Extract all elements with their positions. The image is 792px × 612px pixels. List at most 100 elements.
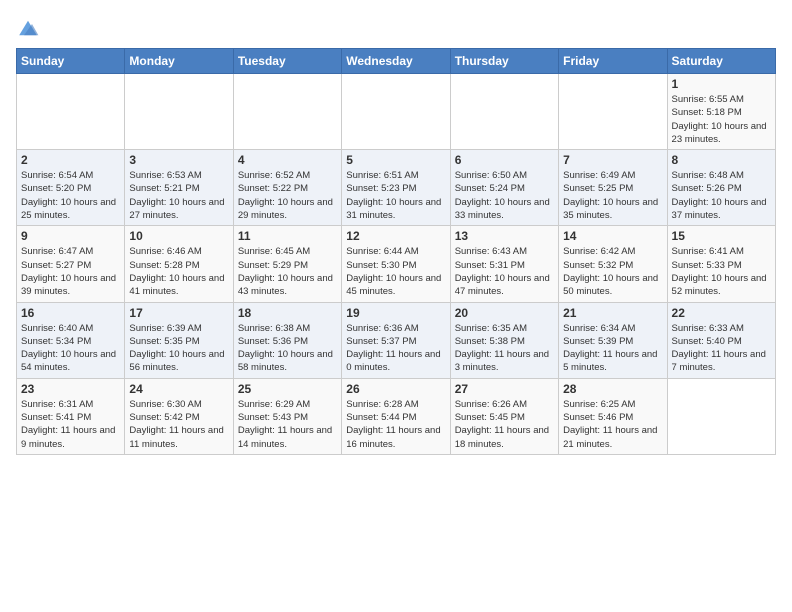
- calendar-cell: 11 Sunrise: 6:45 AM Sunset: 5:29 PM Dayli…: [233, 226, 341, 302]
- day-number: 8: [672, 153, 771, 167]
- day-info: Sunrise: 6:45 AM Sunset: 5:29 PM Dayligh…: [238, 245, 337, 298]
- day-number: 11: [238, 229, 337, 243]
- calendar-cell: 24 Sunrise: 6:30 AM Sunset: 5:42 PM Dayli…: [125, 378, 233, 454]
- calendar-cell: 16 Sunrise: 6:40 AM Sunset: 5:34 PM Dayli…: [17, 302, 125, 378]
- calendar-cell: [450, 74, 558, 150]
- day-info: Sunrise: 6:36 AM Sunset: 5:37 PM Dayligh…: [346, 322, 445, 375]
- calendar-cell: 27Sunrise: 6:26 AM Sunset: 5:45 PM Dayli…: [450, 378, 558, 454]
- calendar-cell: 2 Sunrise: 6:54 AM Sunset: 5:20 PM Daylig…: [17, 150, 125, 226]
- day-info: Sunrise: 6:46 AM Sunset: 5:28 PM Dayligh…: [129, 245, 228, 298]
- calendar-cell: 20 Sunrise: 6:35 AM Sunset: 5:38 PM Dayli…: [450, 302, 558, 378]
- calendar-cell: [342, 74, 450, 150]
- day-info: Sunrise: 6:28 AM Sunset: 5:44 PM Dayligh…: [346, 398, 445, 451]
- calendar-cell: 13 Sunrise: 6:43 AM Sunset: 5:31 PM Dayli…: [450, 226, 558, 302]
- day-number: 13: [455, 229, 554, 243]
- day-info: Sunrise: 6:54 AM Sunset: 5:20 PM Dayligh…: [21, 169, 120, 222]
- calendar-cell: 8 Sunrise: 6:48 AM Sunset: 5:26 PM Daylig…: [667, 150, 775, 226]
- weekday-header: Tuesday: [233, 49, 341, 74]
- day-number: 26: [346, 382, 445, 396]
- day-number: 17: [129, 306, 228, 320]
- calendar-cell: 28Sunrise: 6:25 AM Sunset: 5:46 PM Dayli…: [559, 378, 667, 454]
- calendar-cell: 21 Sunrise: 6:34 AM Sunset: 5:39 PM Dayli…: [559, 302, 667, 378]
- day-info: Sunrise: 6:35 AM Sunset: 5:38 PM Dayligh…: [455, 322, 554, 375]
- calendar-week-row: 16 Sunrise: 6:40 AM Sunset: 5:34 PM Dayli…: [17, 302, 776, 378]
- calendar-cell: 10 Sunrise: 6:46 AM Sunset: 5:28 PM Dayli…: [125, 226, 233, 302]
- calendar-week-row: 2 Sunrise: 6:54 AM Sunset: 5:20 PM Daylig…: [17, 150, 776, 226]
- day-number: 6: [455, 153, 554, 167]
- calendar-cell: 19 Sunrise: 6:36 AM Sunset: 5:37 PM Dayli…: [342, 302, 450, 378]
- logo: [16, 16, 44, 40]
- weekday-header: Monday: [125, 49, 233, 74]
- day-info: Sunrise: 6:51 AM Sunset: 5:23 PM Dayligh…: [346, 169, 445, 222]
- weekday-header-row: SundayMondayTuesdayWednesdayThursdayFrid…: [17, 49, 776, 74]
- day-info: Sunrise: 6:50 AM Sunset: 5:24 PM Dayligh…: [455, 169, 554, 222]
- day-info: Sunrise: 6:29 AM Sunset: 5:43 PM Dayligh…: [238, 398, 337, 451]
- day-number: 14: [563, 229, 662, 243]
- day-info: Sunrise: 6:44 AM Sunset: 5:30 PM Dayligh…: [346, 245, 445, 298]
- day-number: 21: [563, 306, 662, 320]
- day-number: 10: [129, 229, 228, 243]
- calendar-cell: 25 Sunrise: 6:29 AM Sunset: 5:43 PM Dayli…: [233, 378, 341, 454]
- calendar-cell: 6 Sunrise: 6:50 AM Sunset: 5:24 PM Daylig…: [450, 150, 558, 226]
- weekday-header: Friday: [559, 49, 667, 74]
- calendar-cell: [17, 74, 125, 150]
- calendar-cell: 12 Sunrise: 6:44 AM Sunset: 5:30 PM Dayli…: [342, 226, 450, 302]
- weekday-header: Wednesday: [342, 49, 450, 74]
- day-info: Sunrise: 6:39 AM Sunset: 5:35 PM Dayligh…: [129, 322, 228, 375]
- calendar-cell: 3Sunrise: 6:53 AM Sunset: 5:21 PM Daylig…: [125, 150, 233, 226]
- day-number: 23: [21, 382, 120, 396]
- calendar-cell: 22 Sunrise: 6:33 AM Sunset: 5:40 PM Dayli…: [667, 302, 775, 378]
- calendar-cell: 5Sunrise: 6:51 AM Sunset: 5:23 PM Daylig…: [342, 150, 450, 226]
- day-info: Sunrise: 6:40 AM Sunset: 5:34 PM Dayligh…: [21, 322, 120, 375]
- day-number: 22: [672, 306, 771, 320]
- calendar-cell: 23 Sunrise: 6:31 AM Sunset: 5:41 PM Dayli…: [17, 378, 125, 454]
- calendar-cell: [233, 74, 341, 150]
- day-number: 20: [455, 306, 554, 320]
- day-number: 15: [672, 229, 771, 243]
- calendar-cell: 26 Sunrise: 6:28 AM Sunset: 5:44 PM Dayli…: [342, 378, 450, 454]
- calendar-cell: [667, 378, 775, 454]
- day-info: Sunrise: 6:33 AM Sunset: 5:40 PM Dayligh…: [672, 322, 771, 375]
- day-info: Sunrise: 6:47 AM Sunset: 5:27 PM Dayligh…: [21, 245, 120, 298]
- day-info: Sunrise: 6:43 AM Sunset: 5:31 PM Dayligh…: [455, 245, 554, 298]
- logo-icon: [16, 16, 40, 40]
- day-info: Sunrise: 6:48 AM Sunset: 5:26 PM Dayligh…: [672, 169, 771, 222]
- day-number: 12: [346, 229, 445, 243]
- day-number: 7: [563, 153, 662, 167]
- day-number: 16: [21, 306, 120, 320]
- calendar-cell: 1Sunrise: 6:55 AM Sunset: 5:18 PM Daylig…: [667, 74, 775, 150]
- day-number: 25: [238, 382, 337, 396]
- day-number: 27: [455, 382, 554, 396]
- day-info: Sunrise: 6:41 AM Sunset: 5:33 PM Dayligh…: [672, 245, 771, 298]
- calendar-cell: 18 Sunrise: 6:38 AM Sunset: 5:36 PM Dayli…: [233, 302, 341, 378]
- day-info: Sunrise: 6:42 AM Sunset: 5:32 PM Dayligh…: [563, 245, 662, 298]
- day-number: 9: [21, 229, 120, 243]
- calendar-cell: [559, 74, 667, 150]
- day-number: 3: [129, 153, 228, 167]
- day-info: Sunrise: 6:31 AM Sunset: 5:41 PM Dayligh…: [21, 398, 120, 451]
- day-info: Sunrise: 6:34 AM Sunset: 5:39 PM Dayligh…: [563, 322, 662, 375]
- calendar-cell: 17 Sunrise: 6:39 AM Sunset: 5:35 PM Dayli…: [125, 302, 233, 378]
- day-info: Sunrise: 6:55 AM Sunset: 5:18 PM Dayligh…: [672, 93, 771, 146]
- calendar-table: SundayMondayTuesdayWednesdayThursdayFrid…: [16, 48, 776, 455]
- day-number: 24: [129, 382, 228, 396]
- day-number: 18: [238, 306, 337, 320]
- calendar-week-row: 9 Sunrise: 6:47 AM Sunset: 5:27 PM Daylig…: [17, 226, 776, 302]
- day-info: Sunrise: 6:49 AM Sunset: 5:25 PM Dayligh…: [563, 169, 662, 222]
- day-number: 19: [346, 306, 445, 320]
- day-number: 4: [238, 153, 337, 167]
- calendar-cell: 7 Sunrise: 6:49 AM Sunset: 5:25 PM Daylig…: [559, 150, 667, 226]
- day-info: Sunrise: 6:38 AM Sunset: 5:36 PM Dayligh…: [238, 322, 337, 375]
- day-info: Sunrise: 6:25 AM Sunset: 5:46 PM Dayligh…: [563, 398, 662, 451]
- day-info: Sunrise: 6:52 AM Sunset: 5:22 PM Dayligh…: [238, 169, 337, 222]
- calendar-cell: 4 Sunrise: 6:52 AM Sunset: 5:22 PM Daylig…: [233, 150, 341, 226]
- day-number: 2: [21, 153, 120, 167]
- calendar-cell: [125, 74, 233, 150]
- calendar-cell: 15 Sunrise: 6:41 AM Sunset: 5:33 PM Dayli…: [667, 226, 775, 302]
- calendar-week-row: 23 Sunrise: 6:31 AM Sunset: 5:41 PM Dayli…: [17, 378, 776, 454]
- weekday-header: Saturday: [667, 49, 775, 74]
- calendar-cell: 9 Sunrise: 6:47 AM Sunset: 5:27 PM Daylig…: [17, 226, 125, 302]
- day-info: Sunrise: 6:30 AM Sunset: 5:42 PM Dayligh…: [129, 398, 228, 451]
- weekday-header: Sunday: [17, 49, 125, 74]
- calendar-week-row: 1Sunrise: 6:55 AM Sunset: 5:18 PM Daylig…: [17, 74, 776, 150]
